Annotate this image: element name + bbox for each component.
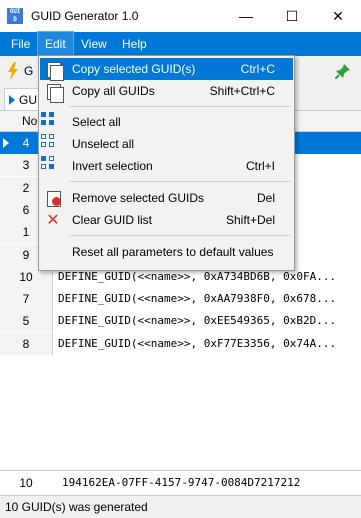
row-number: 7 (0, 288, 53, 311)
tab-arrow-icon (9, 95, 15, 105)
row-number: 5 (0, 310, 53, 333)
close-button[interactable]: ✕ (315, 0, 361, 32)
unselect-all-icon (41, 134, 55, 148)
footer-guid: 194162EA-07FF-4157-9747-0084D7217212 (62, 476, 301, 489)
menu-reset-defaults[interactable]: Reset all parameters to default values (40, 241, 293, 263)
generate-button-label: G (24, 64, 34, 78)
current-row-arrow-icon (3, 138, 9, 148)
minimize-button[interactable]: — (223, 0, 269, 32)
menu-copy-selected[interactable]: Copy selected GUID(s) Ctrl+C (40, 58, 293, 81)
lightning-icon (8, 62, 18, 80)
menu-help[interactable]: Help (115, 32, 154, 56)
status-bar: 10 GUID(s) was generated (0, 495, 361, 518)
menu-file[interactable]: File (4, 32, 37, 56)
menu-select-all[interactable]: Select all (40, 111, 293, 133)
menu-clear-list[interactable]: ✕ Clear GUID list Shift+Del (40, 209, 293, 231)
row-guid-value: DEFINE_GUID(<<name>>, 0xEE549365, 0xB2D.… (58, 314, 337, 328)
menu-edit[interactable]: Edit (37, 31, 74, 57)
invert-selection-icon (41, 156, 55, 170)
clear-icon: ✕ (46, 210, 60, 229)
menu-copy-all[interactable]: Copy all GUIDs Shift+Ctrl+C (40, 80, 293, 103)
table-row[interactable]: 5 DEFINE_GUID(<<name>>, 0xEE549365, 0xB2D… (0, 310, 361, 333)
status-text: 10 GUID(s) was generated (5, 500, 148, 514)
app-icon: GUI D (7, 8, 23, 24)
edit-menu-dropdown: Copy selected GUID(s) Ctrl+C Copy all GU… (38, 55, 295, 271)
pin-icon[interactable] (335, 63, 351, 79)
row-guid-value: DEFINE_GUID(<<name>>, 0xF77E3356, 0x74A.… (58, 336, 337, 350)
menu-separator (69, 106, 291, 107)
menu-remove-selected[interactable]: Remove selected GUIDs Del (40, 187, 293, 209)
copy-icon (45, 61, 64, 81)
menu-separator (69, 235, 291, 236)
menu-separator (69, 181, 291, 182)
title-bar: GUI D GUID Generator 1.0 — ☐ ✕ (0, 0, 361, 32)
menu-unselect-all[interactable]: Unselect all (40, 133, 293, 155)
maximize-button[interactable]: ☐ (269, 0, 315, 32)
footer-row: 10 194162EA-07FF-4157-9747-0084D7217212 (0, 470, 361, 495)
row-guid-value: DEFINE_GUID(<<name>>, 0xAA7938F0, 0x678.… (58, 292, 337, 306)
row-number: 8 (0, 332, 53, 355)
table-row[interactable]: 8 DEFINE_GUID(<<name>>, 0xF77E3356, 0x74A… (0, 332, 361, 355)
menu-view[interactable]: View (74, 32, 114, 56)
window-title: GUID Generator 1.0 (31, 9, 139, 23)
menu-bar: File Edit View Help (0, 31, 361, 57)
copy-all-icon (45, 83, 64, 103)
header-num[interactable]: No (22, 114, 37, 128)
footer-num: 10 (19, 476, 33, 490)
remove-icon (45, 190, 61, 207)
table-row[interactable]: 7 DEFINE_GUID(<<name>>, 0xAA7938F0, 0x678… (0, 288, 361, 311)
menu-invert-selection[interactable]: Invert selection Ctrl+I (40, 155, 293, 177)
select-all-icon (41, 112, 55, 126)
